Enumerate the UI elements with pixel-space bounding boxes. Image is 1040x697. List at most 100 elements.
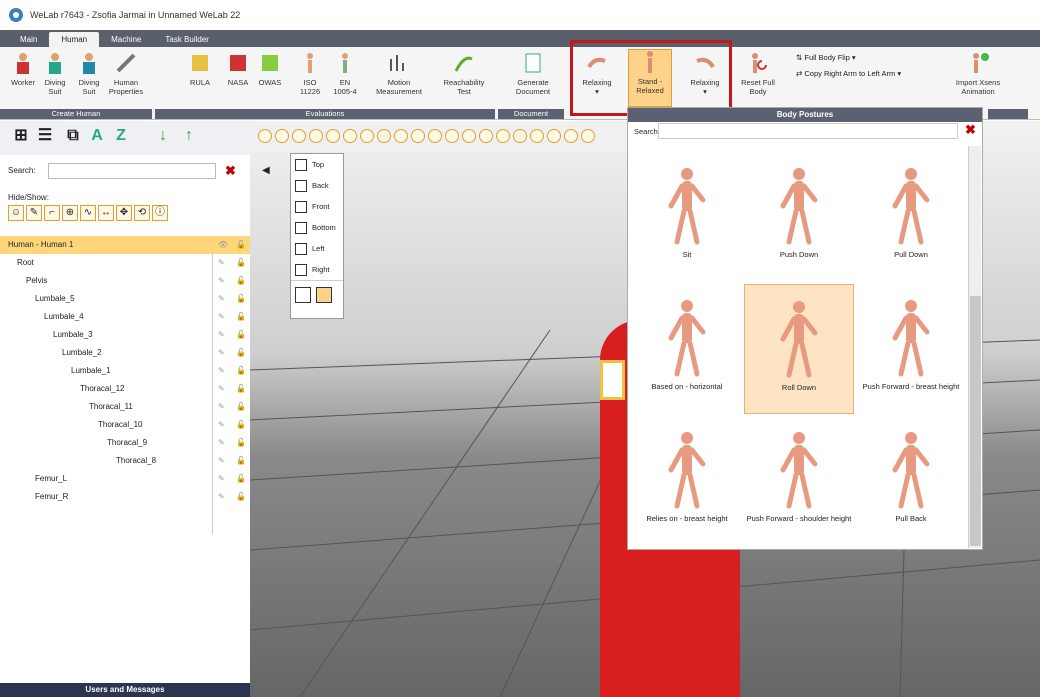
full-body-flip-button[interactable]: ⇅ Full Body Flip ▾: [796, 53, 856, 62]
view-mode-icon-6[interactable]: [343, 129, 357, 143]
motion-measurement-button[interactable]: Motion Measurement: [372, 51, 426, 107]
lock-icon[interactable]: 🔓: [236, 254, 246, 272]
view-back[interactable]: Back: [291, 175, 343, 196]
pin-icon[interactable]: ✎: [218, 272, 225, 290]
view-mode-icon-17[interactable]: [530, 129, 544, 143]
view-front[interactable]: Front: [291, 196, 343, 217]
lock-icon[interactable]: 🔓: [236, 362, 246, 380]
sync-filter-icon[interactable]: ⟲: [134, 205, 150, 221]
diving-suit-button-2[interactable]: Diving Suit: [74, 51, 104, 107]
lock-icon[interactable]: 🔓: [236, 308, 246, 326]
posture-item[interactable]: Based on - horizontal: [632, 284, 742, 414]
tab-machine[interactable]: Machine: [99, 32, 153, 47]
list-view-icon[interactable]: ☰: [34, 125, 56, 147]
sort-az-icon[interactable]: A: [86, 125, 108, 147]
pin-icon[interactable]: ✎: [218, 380, 225, 398]
path-filter-icon[interactable]: ∿: [80, 205, 96, 221]
group-filter-icon[interactable]: ⊕: [62, 205, 78, 221]
pin-icon[interactable]: ✎: [218, 326, 225, 344]
pin-icon[interactable]: ✎: [218, 488, 225, 506]
worker-button[interactable]: Worker: [8, 51, 38, 107]
view-mode-icon-1[interactable]: [258, 129, 272, 143]
lock-icon[interactable]: 🔓: [236, 344, 246, 362]
clear-search-icon[interactable]: ✖: [225, 163, 236, 179]
tab-task-builder[interactable]: Task Builder: [153, 32, 221, 47]
pin-icon[interactable]: ✎: [218, 344, 225, 362]
view-mode-icon-4[interactable]: [309, 129, 323, 143]
view-mode-icon-8[interactable]: [377, 129, 391, 143]
human-properties-button[interactable]: Human Properties: [106, 51, 146, 107]
view-mode-icon-14[interactable]: [479, 129, 493, 143]
move-up-icon[interactable]: ↑: [178, 125, 200, 147]
lock-icon[interactable]: 🔓: [236, 236, 246, 254]
postures-scrollbar[interactable]: [968, 146, 981, 548]
pin-icon[interactable]: ✎: [218, 452, 225, 470]
view-mode-icon-9[interactable]: [394, 129, 408, 143]
posture-item[interactable]: Pull Back: [856, 416, 966, 546]
group-icon[interactable]: ⧉: [62, 125, 84, 147]
view-mode-icon-2[interactable]: [275, 129, 289, 143]
collapse-arrow-icon[interactable]: ◀: [262, 165, 270, 176]
view-mode-icon-10[interactable]: [411, 129, 425, 143]
reachability-test-button[interactable]: Reachability Test: [440, 51, 488, 107]
view-mode-icon-19[interactable]: [564, 129, 578, 143]
owas-button[interactable]: OWAS: [258, 51, 282, 107]
tree-row[interactable]: Human - Human 1 👁 🔓: [0, 236, 250, 254]
move-filter-icon[interactable]: ✥: [116, 205, 132, 221]
tab-human[interactable]: Human: [49, 32, 100, 47]
posture-item[interactable]: Push Forward - shoulder height: [744, 416, 854, 546]
import-xsens-button[interactable]: Import Xsens Animation: [948, 51, 1008, 107]
pin-icon[interactable]: ✎: [218, 416, 225, 434]
lock-icon[interactable]: 🔓: [236, 326, 246, 344]
info-filter-icon[interactable]: ⓘ: [152, 205, 168, 221]
pin-icon[interactable]: ✎: [218, 290, 225, 308]
lock-icon[interactable]: 🔓: [236, 470, 246, 488]
pin-icon[interactable]: ✎: [218, 362, 225, 380]
en-1005-4-button[interactable]: EN 1005-4: [330, 51, 360, 107]
copy-arm-button[interactable]: ⇄ Copy Right Arm to Left Arm ▾: [796, 69, 901, 78]
close-icon[interactable]: ✖: [965, 122, 976, 138]
visibility-icon[interactable]: 👁: [218, 236, 228, 254]
view-mode-icon-13[interactable]: [462, 129, 476, 143]
posture-item[interactable]: Push Down: [744, 152, 854, 282]
human-filter-icon[interactable]: ☺: [8, 205, 24, 221]
view-mode-icon-12[interactable]: [445, 129, 459, 143]
view-mode-icon-16[interactable]: [513, 129, 527, 143]
posture-item[interactable]: Push Forward - breast height: [856, 284, 966, 414]
users-and-messages-bar[interactable]: Users and Messages: [0, 683, 250, 697]
view-top[interactable]: Top: [291, 154, 343, 175]
pin-icon[interactable]: ✎: [218, 254, 225, 272]
posture-item[interactable]: Sit: [632, 152, 742, 282]
view-right[interactable]: Right: [291, 259, 343, 280]
view-mode-icon-3[interactable]: [292, 129, 306, 143]
posture-item[interactable]: Roll Down: [744, 284, 854, 414]
view-mode-icon-5[interactable]: [326, 129, 340, 143]
move-down-icon[interactable]: ↓: [152, 125, 174, 147]
view-mode-icon-20[interactable]: [581, 129, 595, 143]
lock-icon[interactable]: 🔓: [236, 452, 246, 470]
view-mode-toggle[interactable]: [291, 280, 343, 308]
link-filter-icon[interactable]: ↔: [98, 205, 114, 221]
nasa-button[interactable]: NASA: [226, 51, 250, 107]
view-mode-icon-7[interactable]: [360, 129, 374, 143]
pin-icon[interactable]: ✎: [218, 308, 225, 326]
tree-search-input[interactable]: [48, 163, 216, 179]
pin-icon[interactable]: ✎: [218, 434, 225, 452]
reset-full-body-button[interactable]: Reset Full Body: [738, 51, 778, 107]
view-left[interactable]: Left: [291, 238, 343, 259]
tree-view-icon[interactable]: ⊞: [10, 125, 32, 147]
posture-item[interactable]: Relies on - breast height: [632, 416, 742, 546]
rula-button[interactable]: RULA: [188, 51, 212, 107]
lock-icon[interactable]: 🔓: [236, 380, 246, 398]
pin-icon[interactable]: ✎: [218, 470, 225, 488]
joint-filter-icon[interactable]: ⌐: [44, 205, 60, 221]
lock-icon[interactable]: 🔓: [236, 290, 246, 308]
lock-icon[interactable]: 🔓: [236, 398, 246, 416]
view-bottom[interactable]: Bottom: [291, 217, 343, 238]
lock-icon[interactable]: 🔓: [236, 272, 246, 290]
pin-icon[interactable]: ✎: [218, 398, 225, 416]
view-mode-icon-15[interactable]: [496, 129, 510, 143]
view-mode-icon-18[interactable]: [547, 129, 561, 143]
view-mode-icon-11[interactable]: [428, 129, 442, 143]
lock-icon[interactable]: 🔓: [236, 434, 246, 452]
